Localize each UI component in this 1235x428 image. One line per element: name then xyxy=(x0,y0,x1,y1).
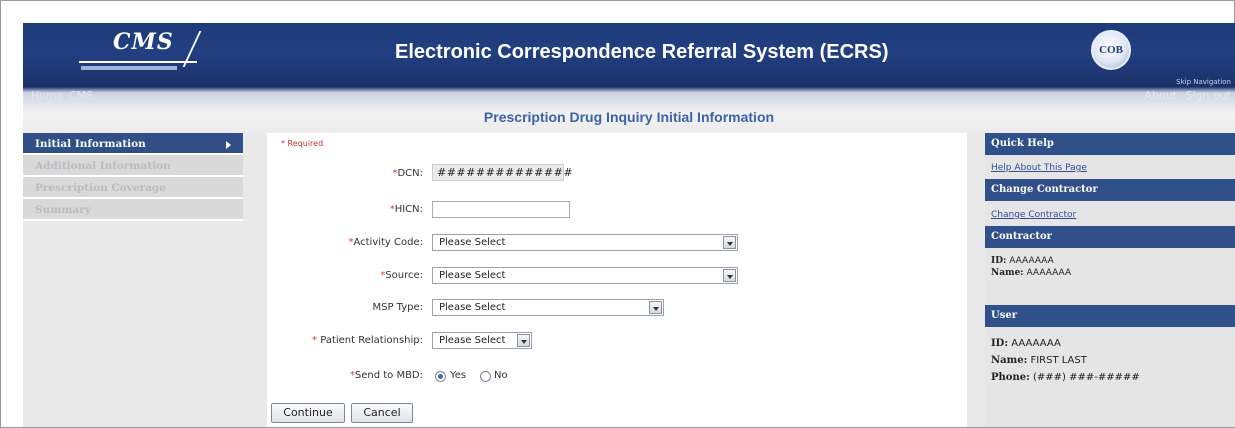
user-id-value: AAAAAAA xyxy=(1011,338,1061,349)
chevron-right-icon xyxy=(226,141,231,149)
chevron-down-icon[interactable] xyxy=(723,269,736,282)
contractor-id-value: AAAAAAA xyxy=(1009,256,1054,266)
help-about-page-link[interactable]: Help About This Page xyxy=(991,163,1087,173)
contractor-id: ID: AAAAAAA xyxy=(991,256,1054,266)
cob-logo-text: COB xyxy=(1099,44,1123,56)
patient-relationship-selected: Please Select xyxy=(439,335,506,346)
msp-type-select[interactable]: Please Select xyxy=(432,299,664,316)
app-title: Electronic Correspondence Referral Syste… xyxy=(395,41,889,63)
user-phone-label: Phone: xyxy=(991,372,1030,383)
send-to-mbd-yes-label[interactable]: Yes xyxy=(450,370,466,381)
send-to-mbd-label-text: Send to MBD: xyxy=(354,370,423,381)
send-to-mbd-yes-radio[interactable] xyxy=(435,371,446,382)
cms-logo-underline xyxy=(79,61,197,63)
required-marker: * xyxy=(312,335,321,346)
right-panel: Quick Help Help About This Page Change C… xyxy=(985,133,1235,427)
activity-code-select[interactable]: Please Select xyxy=(432,234,738,251)
user-name: Name: FIRST LAST xyxy=(991,355,1087,366)
hicn-label-text: HICN: xyxy=(394,204,423,215)
hicn-input[interactable] xyxy=(432,201,570,218)
source-select[interactable]: Please Select xyxy=(432,267,738,284)
user-header: User xyxy=(985,305,1235,327)
msp-type-label: MSP Type: xyxy=(372,302,423,313)
cms-logo[interactable]: CMS xyxy=(79,29,207,73)
user-phone-value: (###) ###-##### xyxy=(1032,372,1140,383)
send-to-mbd-no-label[interactable]: No xyxy=(494,370,508,381)
source-selected: Please Select xyxy=(439,270,506,281)
user-name-label: Name: xyxy=(991,355,1028,366)
cancel-button[interactable]: Cancel xyxy=(351,403,413,423)
msp-type-selected: Please Select xyxy=(439,302,506,313)
change-contractor-link[interactable]: Change Contractor xyxy=(991,210,1076,220)
sidebar-item-label: Additional Information xyxy=(35,160,171,172)
source-label: *Source: xyxy=(281,270,423,281)
activity-code-selected: Please Select xyxy=(439,237,506,248)
change-contractor-header: Change Contractor xyxy=(985,179,1235,201)
contractor-name-value: AAAAAAA xyxy=(1026,268,1072,278)
user-phone: Phone: (###) ###-##### xyxy=(991,372,1140,383)
send-to-mbd-no-radio[interactable] xyxy=(480,371,491,382)
sidebar-item-label: Summary xyxy=(35,204,91,216)
nav-cms-link[interactable]: CMS xyxy=(69,89,93,102)
sidebar-item-prescription-coverage[interactable]: Prescription Coverage xyxy=(23,177,243,199)
hicn-label: *HICN: xyxy=(281,204,423,215)
user-id: ID: AAAAAAA xyxy=(991,338,1061,349)
user-name-value: FIRST LAST xyxy=(1030,355,1087,366)
header-banner: CMS Electronic Correspondence Referral S… xyxy=(23,23,1235,87)
activity-code-label-text: Activity Code: xyxy=(353,237,423,248)
dcn-label-text: DCN: xyxy=(397,168,423,179)
dcn-value: ############## xyxy=(432,164,573,181)
cob-logo: COB xyxy=(1091,30,1131,70)
sidebar-item-additional-information[interactable]: Additional Information xyxy=(23,155,243,177)
contractor-header: Contractor xyxy=(985,226,1235,248)
chevron-down-icon[interactable] xyxy=(649,301,662,314)
activity-code-label: *Activity Code: xyxy=(281,237,423,248)
screenshot-frame: CMS Electronic Correspondence Referral S… xyxy=(0,0,1235,428)
sidebar: Initial Information Additional Informati… xyxy=(23,133,243,221)
initial-information-form: * Required *DCN: ############## *HICN: *… xyxy=(267,133,967,427)
contractor-name-label: Name: xyxy=(991,268,1024,278)
sidebar-item-label: Prescription Coverage xyxy=(35,182,166,194)
send-to-mbd-label: *Send to MBD: xyxy=(281,370,423,381)
sidebar-item-initial-information[interactable]: Initial Information xyxy=(23,133,243,155)
skip-navigation-link[interactable]: Skip Navigation xyxy=(1176,78,1231,86)
contractor-name: Name: AAAAAAA xyxy=(991,268,1071,278)
sidebar-item-label: Initial Information xyxy=(35,138,146,150)
sidebar-item-summary[interactable]: Summary xyxy=(23,199,243,221)
source-label-text: Source: xyxy=(385,270,423,281)
required-note: * Required xyxy=(281,139,324,148)
nav-home-link[interactable]: Home xyxy=(31,89,63,102)
patient-relationship-label-text: Patient Relationship: xyxy=(320,335,423,346)
chevron-down-icon[interactable] xyxy=(723,236,736,249)
chevron-down-icon[interactable] xyxy=(517,334,530,347)
continue-button[interactable]: Continue xyxy=(271,403,345,423)
patient-relationship-label: * Patient Relationship: xyxy=(281,335,423,346)
user-id-label: ID: xyxy=(991,338,1009,349)
contractor-id-label: ID: xyxy=(991,256,1007,266)
page-title: Prescription Drug Inquiry Initial Inform… xyxy=(483,109,775,125)
nav-about-link[interactable]: About xyxy=(1144,89,1177,102)
nav-sign-out-link[interactable]: Sign out xyxy=(1185,89,1231,102)
quick-help-header: Quick Help xyxy=(985,133,1235,155)
dcn-label: *DCN: xyxy=(281,168,423,179)
cms-logo-text: CMS xyxy=(113,29,174,55)
cms-logo-tagline xyxy=(81,66,177,70)
ecrs-page: CMS Electronic Correspondence Referral S… xyxy=(23,23,1235,427)
patient-relationship-select[interactable]: Please Select xyxy=(432,332,532,349)
